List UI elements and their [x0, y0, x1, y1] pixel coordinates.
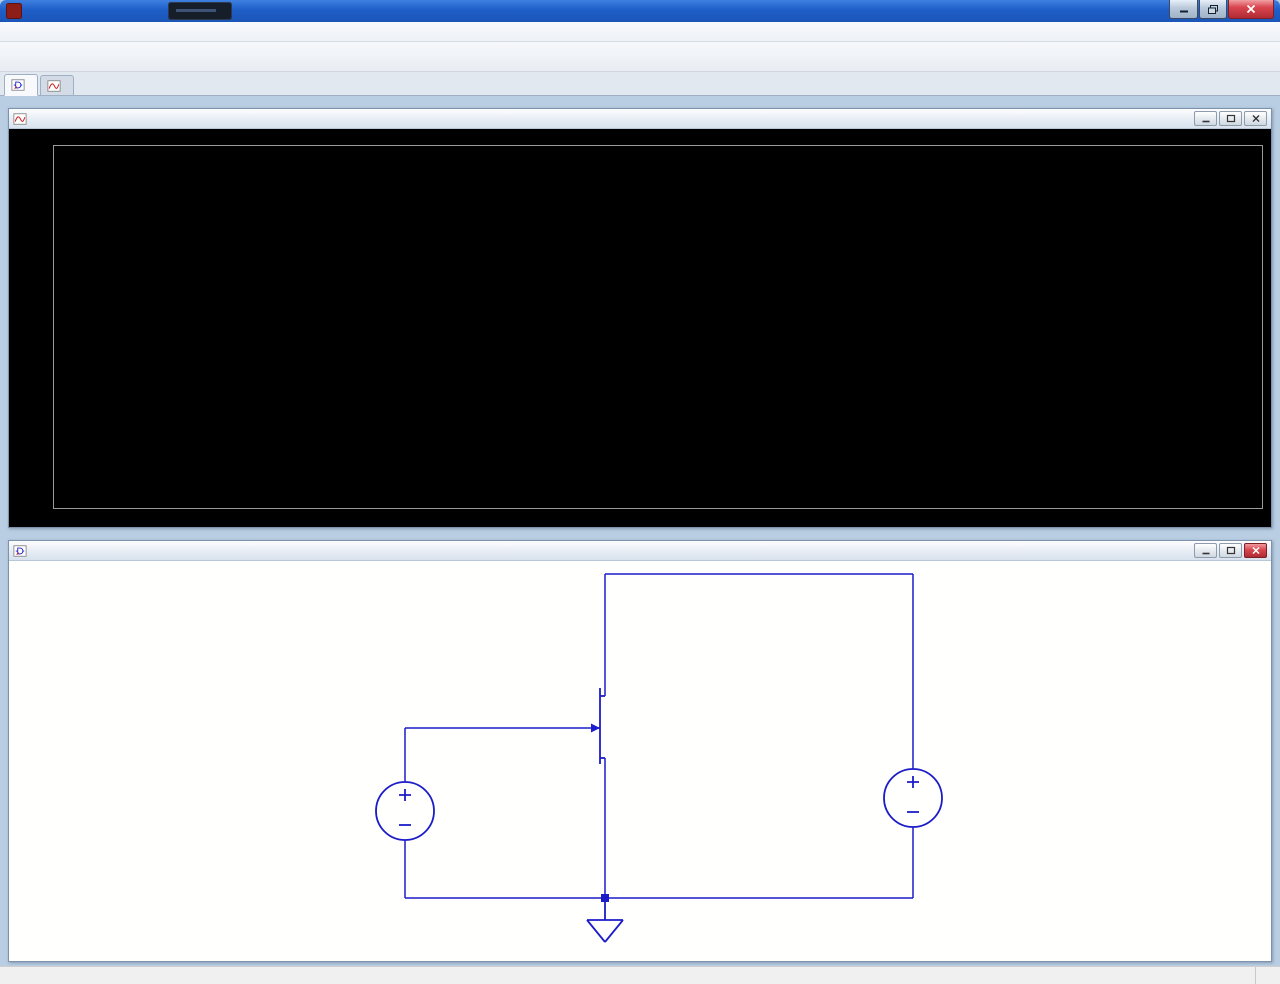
wave-maximize-button[interactable] [1219, 111, 1242, 126]
maximize-icon [1226, 546, 1236, 555]
schem-maximize-button[interactable] [1219, 543, 1242, 558]
tab-cougar-raw[interactable] [40, 75, 74, 95]
menu-view[interactable] [48, 30, 62, 34]
menu-file[interactable] [6, 30, 20, 34]
plus-sign [399, 789, 411, 801]
restore-icon [1207, 4, 1219, 15]
maximize-icon [1226, 114, 1236, 123]
plus-sign [907, 776, 919, 788]
close-icon [1251, 114, 1261, 123]
plot-area[interactable] [53, 145, 1263, 509]
ground-symbol[interactable] [587, 898, 623, 942]
y-axis[interactable] [9, 145, 53, 509]
menu-tools[interactable] [76, 30, 90, 34]
schematic-window [8, 540, 1272, 962]
minimize-icon [1178, 4, 1190, 14]
close-icon [1251, 546, 1261, 555]
ltspice-logo-icon [6, 3, 22, 19]
menubar [0, 22, 1280, 42]
restore-button[interactable] [1199, 0, 1227, 19]
schematic-window-icon [13, 544, 27, 558]
minimize-button[interactable] [1169, 0, 1198, 19]
v1-symbol[interactable] [376, 782, 434, 840]
mdi-workspace [0, 96, 1280, 966]
menu-window[interactable] [90, 30, 104, 34]
titlebar[interactable] [0, 0, 1280, 22]
wave-close-button[interactable] [1244, 111, 1267, 126]
wire-junction[interactable] [601, 894, 609, 902]
jfet-symbol[interactable] [591, 688, 605, 764]
status-mode [1255, 967, 1280, 984]
schematic-canvas[interactable] [9, 561, 1271, 961]
statusbar [0, 966, 1280, 984]
wires[interactable] [405, 574, 913, 898]
x-axis[interactable] [54, 510, 1262, 526]
wave-minimize-button[interactable] [1194, 111, 1217, 126]
toolbar [0, 42, 1280, 72]
menu-simulate[interactable] [62, 30, 76, 34]
waveform-window-titlebar[interactable] [9, 109, 1271, 129]
gate-arrow [591, 724, 600, 733]
minimize-icon [1201, 115, 1211, 123]
menu-help[interactable] [104, 30, 118, 34]
menu-edit[interactable] [20, 30, 34, 34]
close-icon [1245, 4, 1257, 14]
waveform-file-icon [47, 79, 61, 93]
document-tabbar [0, 72, 1280, 96]
menu-hierarchy[interactable] [34, 30, 48, 34]
schem-close-button[interactable] [1244, 543, 1267, 558]
minimize-icon [1201, 547, 1211, 555]
schematic-window-titlebar[interactable] [9, 541, 1271, 561]
waveform-window-icon [13, 112, 27, 126]
v2-symbol[interactable] [884, 769, 942, 827]
waveform-window [8, 108, 1272, 528]
tab-cougar-asc[interactable] [4, 74, 38, 96]
schem-minimize-button[interactable] [1194, 543, 1217, 558]
background-window-artifact [168, 2, 232, 20]
close-button[interactable] [1228, 0, 1274, 19]
schematic-file-icon [11, 78, 25, 92]
waveform-pane[interactable] [9, 129, 1271, 527]
